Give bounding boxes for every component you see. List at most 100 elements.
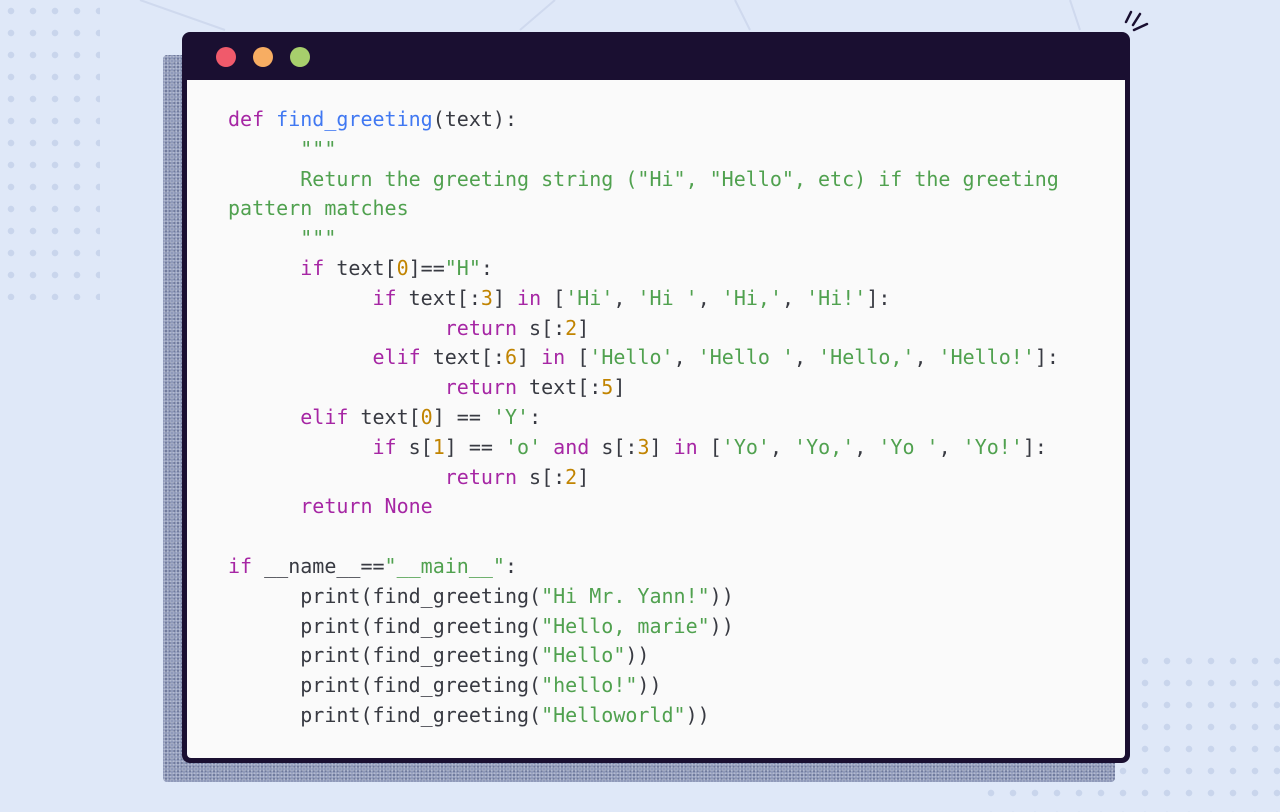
- code-token: ,: [613, 285, 638, 310]
- code-token: )): [685, 702, 710, 727]
- code-token: text[: [324, 255, 397, 280]
- code-token: print(find_greeting(: [228, 702, 542, 727]
- code-token: return: [300, 494, 373, 519]
- code-token: return: [444, 375, 517, 400]
- code-token: 2: [565, 315, 578, 340]
- code-token: ]:: [1022, 434, 1047, 459]
- code-token: 'Hi!': [806, 285, 867, 310]
- code-window: def find_greeting(text): """ Return the …: [182, 32, 1130, 763]
- code-token: s[:: [517, 315, 566, 340]
- code-token: 'Yo!': [962, 434, 1023, 459]
- code-token: in: [517, 285, 542, 310]
- code-token: 'Hello!': [938, 345, 1035, 370]
- code-token: 'o': [504, 434, 542, 459]
- code-token: 'Hi': [565, 285, 614, 310]
- code-token: Return the greeting string ("Hi", "Hello…: [300, 166, 1059, 191]
- code-token: ,: [914, 345, 939, 370]
- code-token: if: [300, 255, 325, 280]
- code-token: 3: [637, 434, 650, 459]
- code-token: text[:: [517, 375, 602, 400]
- code-token: ] ==: [444, 434, 505, 459]
- code-line: """: [228, 224, 1059, 254]
- minimize-button[interactable]: [253, 47, 273, 67]
- code-line: if __name__=="__main__":: [228, 552, 1059, 582]
- code-token: 'Hello': [589, 345, 674, 370]
- code-token: 3: [480, 285, 493, 310]
- code-token: ]:: [1034, 345, 1059, 370]
- code-token: "Hi Mr. Yann!": [541, 583, 710, 608]
- code-token: ,: [673, 345, 698, 370]
- code-token: :: [529, 404, 542, 429]
- code-token: return: [444, 464, 517, 489]
- code-line: if s[1] == 'o' and s[:3] in ['Yo', 'Yo,'…: [228, 433, 1059, 463]
- code-token: print(find_greeting(: [228, 583, 542, 608]
- code-token: in: [673, 434, 698, 459]
- code-token: text[:: [420, 345, 505, 370]
- code-line: print(find_greeting("hello!")): [228, 671, 1059, 701]
- code-token: 'Y': [492, 404, 530, 429]
- code-token: if: [372, 285, 397, 310]
- code-token: ,: [854, 434, 879, 459]
- code-token: print(find_greeting(: [228, 613, 542, 638]
- code-token: )): [625, 643, 650, 668]
- code-token: text[:: [396, 285, 481, 310]
- code-token: :: [480, 255, 493, 280]
- code-token: s[:: [589, 434, 638, 459]
- code-token: if: [228, 553, 253, 578]
- code-token: 'Hi,': [721, 285, 783, 310]
- code-token: ,: [782, 285, 807, 310]
- code-token: :: [504, 553, 518, 578]
- code-token: [: [697, 434, 722, 459]
- code-line: Return the greeting string ("Hi", "Hello…: [228, 165, 1059, 195]
- code-line: """: [228, 135, 1059, 165]
- code-token: "Hello, marie": [541, 613, 710, 638]
- close-button[interactable]: [216, 47, 236, 67]
- code-token: None: [384, 494, 433, 519]
- code-editor-panel: def find_greeting(text): """ Return the …: [187, 80, 1125, 758]
- code-token: pattern matches: [228, 196, 409, 221]
- code-token: [: [565, 345, 590, 370]
- code-token: 'Hello ': [697, 345, 795, 370]
- code-token: ,: [769, 434, 795, 459]
- code-token: """: [300, 226, 337, 251]
- code-token: )): [637, 673, 662, 698]
- code-token: s[:: [517, 464, 566, 489]
- code-line: return None: [228, 492, 1059, 522]
- code-token: s[: [396, 434, 433, 459]
- maximize-button[interactable]: [290, 47, 310, 67]
- code-token: in: [541, 345, 566, 370]
- code-token: ]: [517, 345, 542, 370]
- code-line: return text[:5]: [228, 373, 1059, 403]
- code-token: "Hello": [541, 643, 626, 668]
- code-token: "__main__": [384, 553, 505, 578]
- code-token: ]:: [866, 285, 891, 310]
- code-token: ]: [613, 375, 626, 400]
- code-line: return s[:2]: [228, 314, 1059, 344]
- code-token: 0: [396, 255, 409, 280]
- code-token: 'Hello,': [818, 345, 915, 370]
- code-block: def find_greeting(text): """ Return the …: [228, 105, 1059, 731]
- code-token: ]==: [408, 255, 445, 280]
- window-titlebar: [182, 32, 1130, 80]
- background-dot-grid-left: [0, 0, 100, 300]
- code-line: if text[0]=="H":: [228, 254, 1059, 284]
- code-token: 'Yo ': [878, 434, 939, 459]
- code-token: ]: [577, 315, 590, 340]
- code-line: print(find_greeting("Hello, marie")): [228, 612, 1059, 642]
- code-line: print(find_greeting("Hi Mr. Yann!")): [228, 582, 1059, 612]
- code-token: ,: [697, 285, 722, 310]
- code-token: 'Hi ': [637, 285, 698, 310]
- code-token: __name__==: [252, 553, 385, 578]
- code-line: return s[:2]: [228, 463, 1059, 493]
- code-token: )): [709, 583, 734, 608]
- code-token: ]: [492, 285, 518, 310]
